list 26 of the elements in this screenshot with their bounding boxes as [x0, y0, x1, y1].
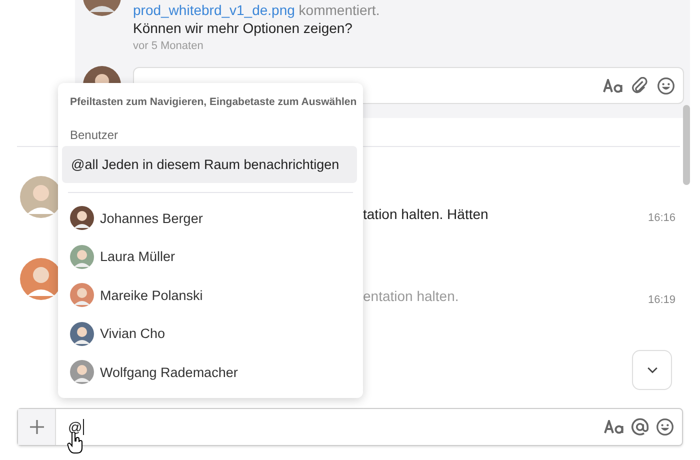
- emoji-icon[interactable]: [656, 418, 674, 436]
- scrollbar[interactable]: [683, 105, 690, 185]
- user-option[interactable]: Johannes Berger: [58, 199, 363, 238]
- message-text: entation halten.: [363, 288, 460, 304]
- mention-all-option[interactable]: @all Jeden in diesem Raum benachrichtigen: [62, 146, 357, 183]
- message-time: 16:16: [648, 212, 676, 224]
- add-button[interactable]: [18, 409, 56, 445]
- section-label: Benutzer: [69, 127, 120, 142]
- paperclip-icon[interactable]: [631, 76, 649, 94]
- emoji-icon[interactable]: [657, 76, 675, 94]
- comment-text: Können wir mehr Optionen zeigen?: [133, 19, 354, 38]
- hand-cursor-icon: [67, 432, 83, 454]
- text-format-icon[interactable]: [604, 420, 624, 434]
- comment-time: vor 5 Monaten: [133, 39, 204, 54]
- chevron-down-icon: [646, 366, 658, 374]
- user-option[interactable]: Laura Müller: [58, 238, 363, 276]
- mention-icon[interactable]: [631, 418, 649, 436]
- plus-icon: [30, 420, 44, 434]
- text-format-icon[interactable]: [603, 78, 623, 92]
- user-option[interactable]: Wolfgang Rademacher: [58, 353, 363, 392]
- user-option[interactable]: Mareike Polanski: [58, 276, 363, 314]
- message-time: 16:19: [648, 294, 676, 306]
- message-text: tation halten. Hätten: [363, 206, 490, 222]
- user-option[interactable]: Vivian Cho: [58, 314, 363, 353]
- popup-hint: Pfeiltasten zum Navigieren, Eingabetaste zum Auswählen: [69, 96, 358, 108]
- comment-action: kommentiert.: [298, 2, 380, 18]
